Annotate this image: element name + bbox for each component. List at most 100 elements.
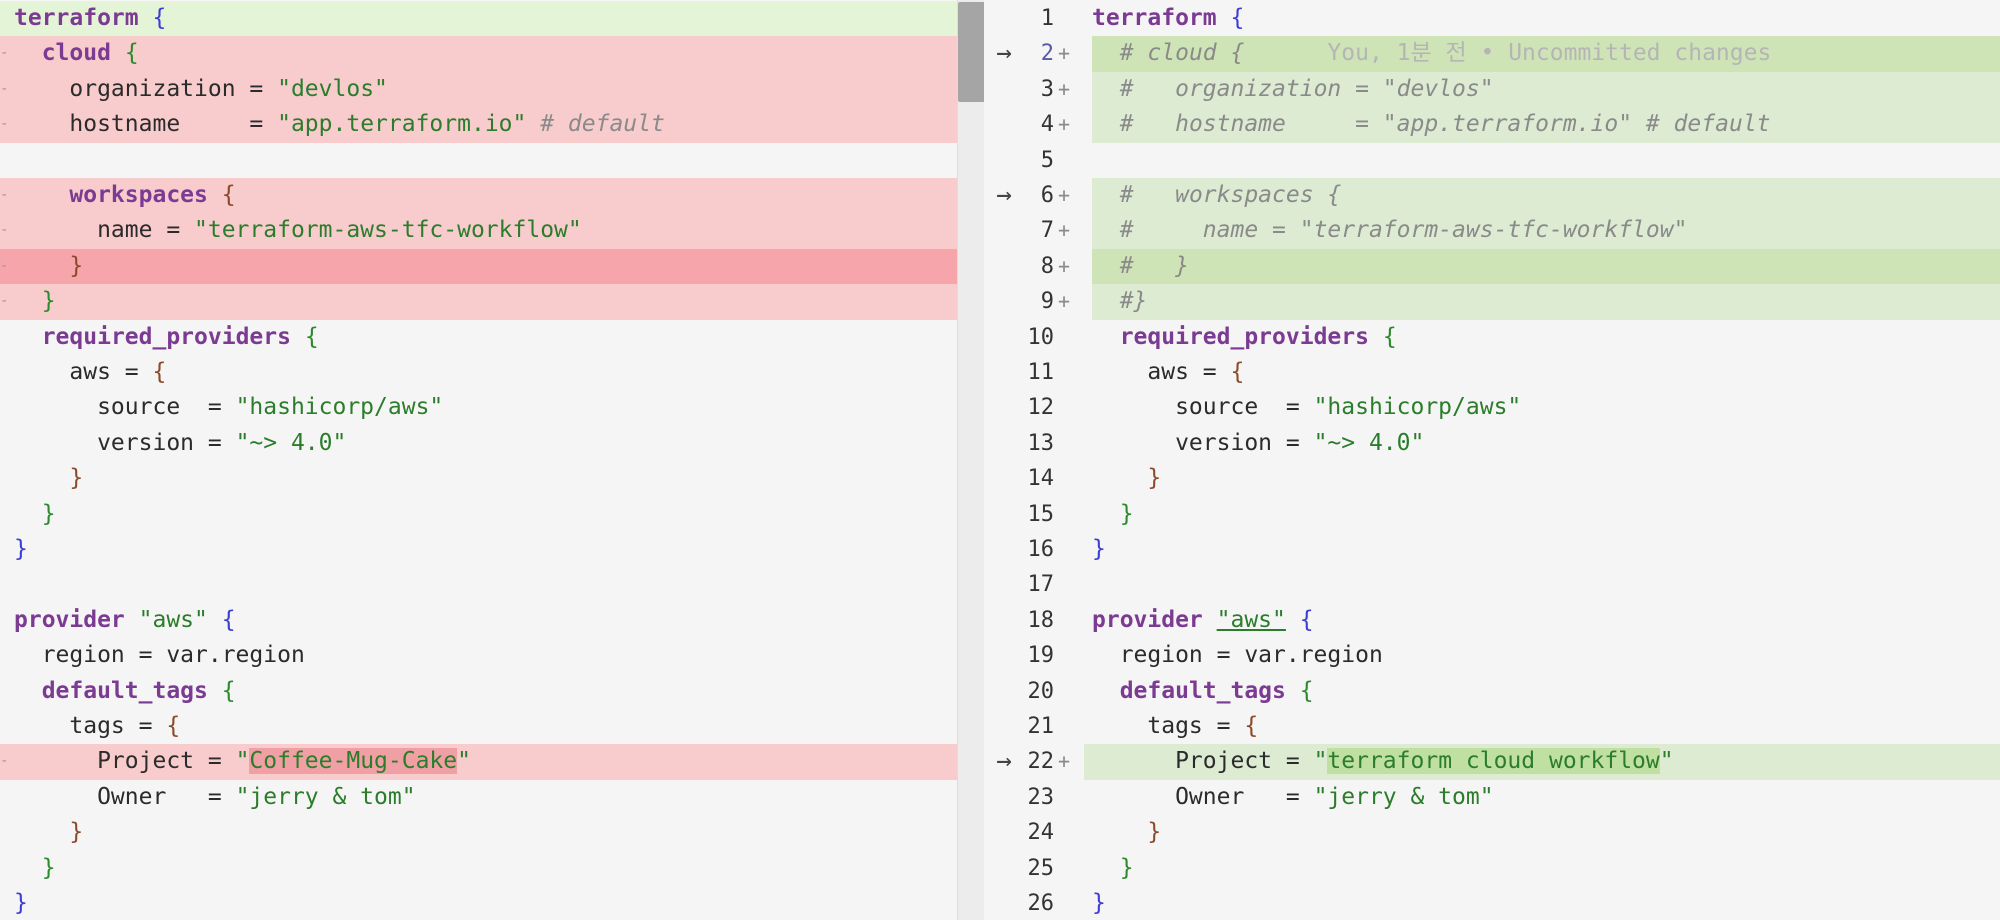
code-line[interactable]: }	[0, 461, 984, 496]
revert-arrow-icon[interactable]: →	[984, 178, 1024, 213]
code-line[interactable]	[984, 886, 2000, 920]
code-line[interactable]: }	[0, 815, 984, 850]
code-token: required_providers	[41, 323, 291, 350]
code-line[interactable]: }	[0, 851, 984, 886]
code-token: name =	[14, 217, 195, 244]
removed-line[interactable]: - organization = "devlos"	[0, 71, 984, 108]
scrollbar[interactable]	[957, 0, 985, 920]
code-token: "jerry & tom"	[1313, 783, 1494, 810]
removed-line[interactable]: - }	[0, 248, 984, 285]
code-text: aws = {	[14, 355, 166, 390]
removed-line[interactable]: - hostname = "app.terraform.io" # defaul…	[0, 107, 984, 143]
code-token: # hostname = "app.terraform.io" # defaul…	[1119, 111, 1771, 138]
added-marker: +	[1057, 41, 1071, 66]
code-token: version =	[14, 429, 236, 456]
line-number: 24	[1027, 820, 1055, 846]
code-text: cloud {	[14, 36, 139, 71]
code-line[interactable]: required_providers {	[0, 320, 984, 355]
added-marker: +	[1057, 749, 1071, 774]
code-token: # name = "terraform-aws-tfc-workflow"	[1119, 217, 1688, 244]
code-line[interactable]: }	[0, 532, 984, 567]
added-line[interactable]	[1092, 248, 2000, 285]
scrollbar-thumb[interactable]	[958, 2, 985, 102]
code-token: "aws"	[1216, 606, 1286, 633]
code-line[interactable]	[984, 567, 2000, 602]
code-line[interactable]: }	[0, 497, 984, 532]
code-token: source =	[14, 394, 236, 421]
code-line[interactable]: version = "~> 4.0"	[0, 426, 984, 461]
code-line[interactable]: tags = {	[0, 709, 984, 744]
revert-arrow-icon[interactable]: →	[984, 744, 1024, 779]
right-pane-modified[interactable]: 1 terraform {2 + # cloud { You, 1분 전 • Unc…	[984, 0, 2000, 920]
code-token: terraform	[1092, 5, 1217, 31]
code-token: You, 1분 전 • Uncommitted changes	[1244, 40, 1772, 67]
code-line[interactable]: source = "hashicorp/aws"	[0, 390, 984, 425]
code-text: tags = {	[1092, 709, 1258, 744]
line-number: 20	[1027, 678, 1055, 704]
added-marker: +	[1057, 218, 1071, 243]
code-line[interactable]: provider "aws" {	[0, 603, 984, 638]
line-number: 11	[1027, 360, 1055, 385]
code-token: {	[221, 606, 236, 633]
code-token: # workspaces {	[1119, 182, 1342, 208]
line-number: 5	[1040, 147, 1054, 173]
line-number: 13	[1027, 430, 1055, 456]
added-marker: +	[1057, 76, 1071, 101]
removed-marker: -	[0, 257, 9, 274]
code-text: default_tags {	[1092, 674, 1314, 709]
line-number: 16	[1027, 537, 1055, 562]
added-marker: +	[1057, 183, 1071, 207]
removed-line[interactable]: - workspaces {	[0, 178, 984, 214]
code-token: # }	[1119, 252, 1189, 279]
code-token: "app.terraform.io"	[277, 111, 527, 138]
code-text: terraform {	[1092, 1, 1244, 36]
code-line[interactable]	[0, 567, 984, 602]
code-token: "jerry & tom"	[235, 783, 416, 810]
code-token: #}	[1119, 288, 1148, 315]
code-text: Owner = "jerry & tom"	[14, 780, 416, 815]
line-number: 10	[1027, 324, 1055, 350]
code-token: aws =	[14, 359, 153, 385]
removed-line[interactable]: - name = "terraform-aws-tfc-workflow"	[0, 213, 984, 249]
code-text: version = "~> 4.0"	[14, 426, 346, 461]
code-line[interactable]: aws = {	[0, 355, 984, 390]
line-number: 18	[1027, 607, 1055, 633]
code-token: {	[152, 359, 167, 385]
removed-marker: -	[0, 187, 9, 203]
code-token: region = var.region	[14, 642, 305, 669]
code-token: provider	[14, 606, 125, 633]
removed-line[interactable]: - Project = "Coffee-Mug-Cake"	[0, 744, 984, 780]
code-line[interactable]: }	[0, 886, 984, 920]
left-pane-original[interactable]: terraform {- cloud {- organization = "de…	[0, 0, 984, 920]
code-line[interactable]: Owner = "jerry & tom"	[0, 780, 984, 815]
code-line[interactable]	[984, 532, 2000, 567]
code-text: # organization = "devlos"	[1092, 72, 1494, 107]
code-line[interactable]: terraform {	[0, 1, 984, 37]
code-line[interactable]	[984, 851, 2000, 886]
code-line[interactable]	[0, 143, 984, 178]
code-token: {	[1244, 713, 1259, 739]
code-token: }	[69, 819, 84, 846]
code-token: aws =	[1092, 359, 1231, 385]
code-token: }	[1119, 500, 1134, 527]
code-text: }	[1092, 815, 1161, 850]
revert-arrow-icon[interactable]: →	[984, 36, 1024, 71]
removed-marker: -	[0, 116, 9, 133]
added-line[interactable]	[1092, 284, 2000, 320]
code-line[interactable]: region = var.region	[0, 638, 984, 673]
code-token: {	[152, 5, 167, 31]
code-line[interactable]	[984, 497, 2000, 532]
code-line[interactable]	[984, 143, 2000, 178]
removed-line[interactable]: - }	[0, 284, 984, 320]
code-line[interactable]: default_tags {	[0, 674, 984, 709]
removed-line[interactable]: - cloud {	[0, 36, 984, 72]
